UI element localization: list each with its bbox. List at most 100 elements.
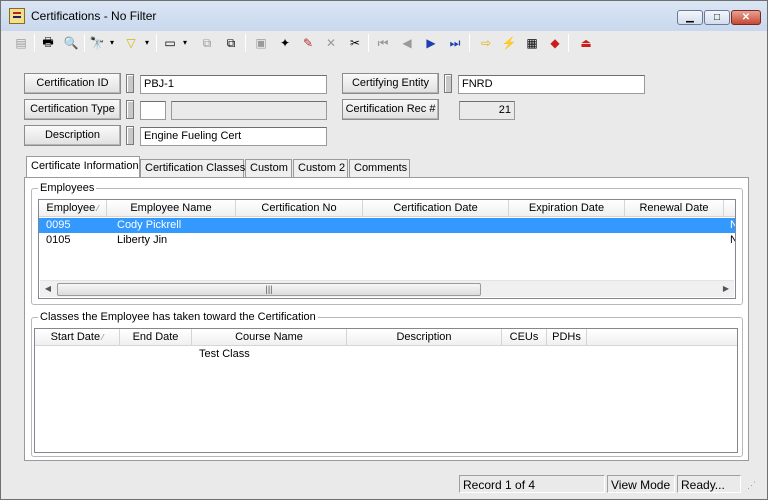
certification-type-description-field xyxy=(171,101,327,120)
certifying-entity-field[interactable]: FNRD xyxy=(458,75,645,94)
certification-id-button[interactable]: Certification ID xyxy=(24,73,121,94)
column-header-expiration-date[interactable]: Expiration Date xyxy=(509,200,625,217)
column-header-certification-no[interactable]: Certification No xyxy=(236,200,363,217)
sort-indicator-icon: ⁄ xyxy=(102,333,104,342)
employees-list[interactable]: Employee ⁄ Employee Name Certification No… xyxy=(38,199,736,299)
filter-icon: ▽ xyxy=(126,36,136,50)
close-button[interactable]: ✕ xyxy=(731,10,761,25)
delete-icon: ✕ xyxy=(325,36,337,50)
column-header-ceus[interactable]: CEUs xyxy=(502,329,547,346)
classes-list[interactable]: Start Date ⁄ End Date Course Name Descrip… xyxy=(34,328,738,453)
toolbar-button-filter[interactable]: ▽ xyxy=(121,33,141,53)
description-field[interactable]: Engine Fueling Cert xyxy=(140,127,327,146)
toolbar-button-book[interactable]: ◆ xyxy=(545,33,565,53)
toolbar-button-image[interactable]: ▦ xyxy=(522,33,542,53)
filter-dropdown-icon[interactable]: ▾ xyxy=(145,38,149,47)
toolbar-button-previous-record[interactable]: ◀ xyxy=(397,33,417,53)
certifying-entity-button[interactable]: Certifying Entity xyxy=(342,73,439,94)
column-header-pdhs[interactable]: PDHs xyxy=(547,329,587,346)
scroll-right-icon[interactable]: ▶ xyxy=(718,281,734,297)
class-row[interactable]: Test Class xyxy=(35,347,737,362)
certification-type-marker[interactable] xyxy=(126,100,134,119)
toolbar-button-report[interactable]: ▭ xyxy=(160,33,180,53)
certification-type-field[interactable] xyxy=(140,101,166,120)
certificate-information-panel: Employees Employee ⁄ Employee Name Certif… xyxy=(24,177,749,461)
overflow-cell: N xyxy=(730,218,735,232)
report-dropdown-icon[interactable]: ▾ xyxy=(183,38,187,47)
record-count-status: Record 1 of 4 xyxy=(459,475,605,493)
find-dropdown-icon[interactable]: ▾ xyxy=(110,38,114,47)
goto-arrow-icon: ⇨ xyxy=(480,36,492,50)
window-title: Certifications - No Filter xyxy=(31,9,157,23)
toolbar-separator xyxy=(156,34,157,52)
column-header-overflow xyxy=(724,200,735,217)
toolbar-button-copy-record[interactable]: ⧉ xyxy=(197,33,217,53)
toolbar-button-exit[interactable]: ⏏ xyxy=(576,33,596,53)
image-icon: ▦ xyxy=(526,36,538,50)
employee-id-cell: 0105 xyxy=(46,234,71,246)
toolbar-button-save[interactable]: ▣ xyxy=(251,33,271,53)
tab-comments[interactable]: Comments xyxy=(349,159,410,178)
column-header-employee[interactable]: Employee ⁄ xyxy=(39,200,107,217)
toolbar-button-print[interactable]: 🖶 xyxy=(38,33,58,53)
book-icon: ◆ xyxy=(550,36,560,50)
title-bar[interactable]: Certifications - No Filter ▁ □ ✕ xyxy=(1,1,767,31)
toolbar-button-first-record[interactable]: ⏮ xyxy=(373,33,393,53)
tab-custom[interactable]: Custom xyxy=(245,159,292,178)
first-record-icon: ⏮ xyxy=(377,35,389,50)
report-icon: ▭ xyxy=(164,36,176,50)
column-header-renewal-date[interactable]: Renewal Date xyxy=(625,200,724,217)
description-button[interactable]: Description xyxy=(24,125,121,146)
toolbar-button-lightning[interactable]: ⚡ xyxy=(499,33,519,53)
column-header-employee-name[interactable]: Employee Name xyxy=(107,200,236,217)
maximize-icon: □ xyxy=(713,12,721,23)
description-marker[interactable] xyxy=(126,126,134,145)
certification-id-marker[interactable] xyxy=(126,74,134,93)
toolbar-button-last-record[interactable]: ⏭ xyxy=(445,33,465,53)
column-header-description[interactable]: Description xyxy=(347,329,502,346)
tab-custom-2[interactable]: Custom 2 xyxy=(293,159,348,178)
scroll-left-icon[interactable]: ◀ xyxy=(40,281,56,297)
maximize-button[interactable]: □ xyxy=(704,10,730,25)
sort-indicator-icon: ⁄ xyxy=(97,204,99,213)
column-header-end-date[interactable]: End Date xyxy=(120,329,192,346)
toolbar-button-goto[interactable]: ⇨ xyxy=(476,33,496,53)
lightning-icon: ⚡ xyxy=(501,36,517,50)
next-record-icon: ▶ xyxy=(426,36,436,50)
certifying-entity-marker[interactable] xyxy=(444,74,452,93)
toolbar-button-delete[interactable]: ✕ xyxy=(321,33,341,53)
certification-type-button[interactable]: Certification Type xyxy=(24,99,121,120)
toolbar-separator xyxy=(469,34,470,52)
tab-certification-classes[interactable]: Certification Classes xyxy=(140,159,245,178)
toolbar-button-new-record[interactable]: ✦ xyxy=(275,33,295,53)
column-header-certification-date[interactable]: Certification Date xyxy=(363,200,509,217)
certification-id-field[interactable]: PBJ-1 xyxy=(140,75,327,94)
toolbar-button-find[interactable]: 🔭 xyxy=(87,33,107,53)
certification-rec-button[interactable]: Certification Rec # xyxy=(342,99,439,120)
employee-name-cell: Liberty Jin xyxy=(117,234,168,246)
resize-grip-icon[interactable]: ⋰ xyxy=(747,480,761,494)
mode-status: View Mode xyxy=(607,475,675,493)
edit-pencil-icon: ✎ xyxy=(302,36,314,50)
course-name-cell: Test Class xyxy=(199,348,250,360)
tab-certificate-information[interactable]: Certificate Information xyxy=(26,156,140,178)
toolbar-button-record-nav[interactable]: ▤ xyxy=(11,33,31,53)
minimize-button[interactable]: ▁ xyxy=(677,10,703,25)
certification-rec-field: 21 xyxy=(459,101,515,120)
toolbar-button-cut[interactable]: ✂ xyxy=(345,33,365,53)
toolbar-button-print-preview[interactable]: 🔍 xyxy=(61,33,81,53)
toolbar-button-next-record[interactable]: ▶ xyxy=(421,33,441,53)
column-header-start-date[interactable]: Start Date ⁄ xyxy=(35,329,120,346)
employee-row[interactable]: 0095 Cody Pickrell N xyxy=(39,218,735,233)
save-icon: ▣ xyxy=(255,36,267,50)
toolbar-button-duplicate[interactable]: ⧉ xyxy=(221,33,241,53)
toolbar-button-edit[interactable]: ✎ xyxy=(298,33,318,53)
toolbar-separator xyxy=(84,34,85,52)
employee-row[interactable]: 0105 Liberty Jin N xyxy=(39,233,735,248)
scrollbar-thumb[interactable]: ||| xyxy=(57,283,481,296)
certifications-window: Certifications - No Filter ▁ □ ✕ ▤ 🖶 🔍 🔭… xyxy=(0,0,768,500)
employees-horizontal-scrollbar[interactable]: ◀ ||| ▶ xyxy=(40,280,734,297)
column-header-course-name[interactable]: Course Name xyxy=(192,329,347,346)
status-bar: Record 1 of 4 View Mode Ready... ⋰ xyxy=(1,475,767,499)
duplicate-icon: ⧉ xyxy=(226,35,236,50)
